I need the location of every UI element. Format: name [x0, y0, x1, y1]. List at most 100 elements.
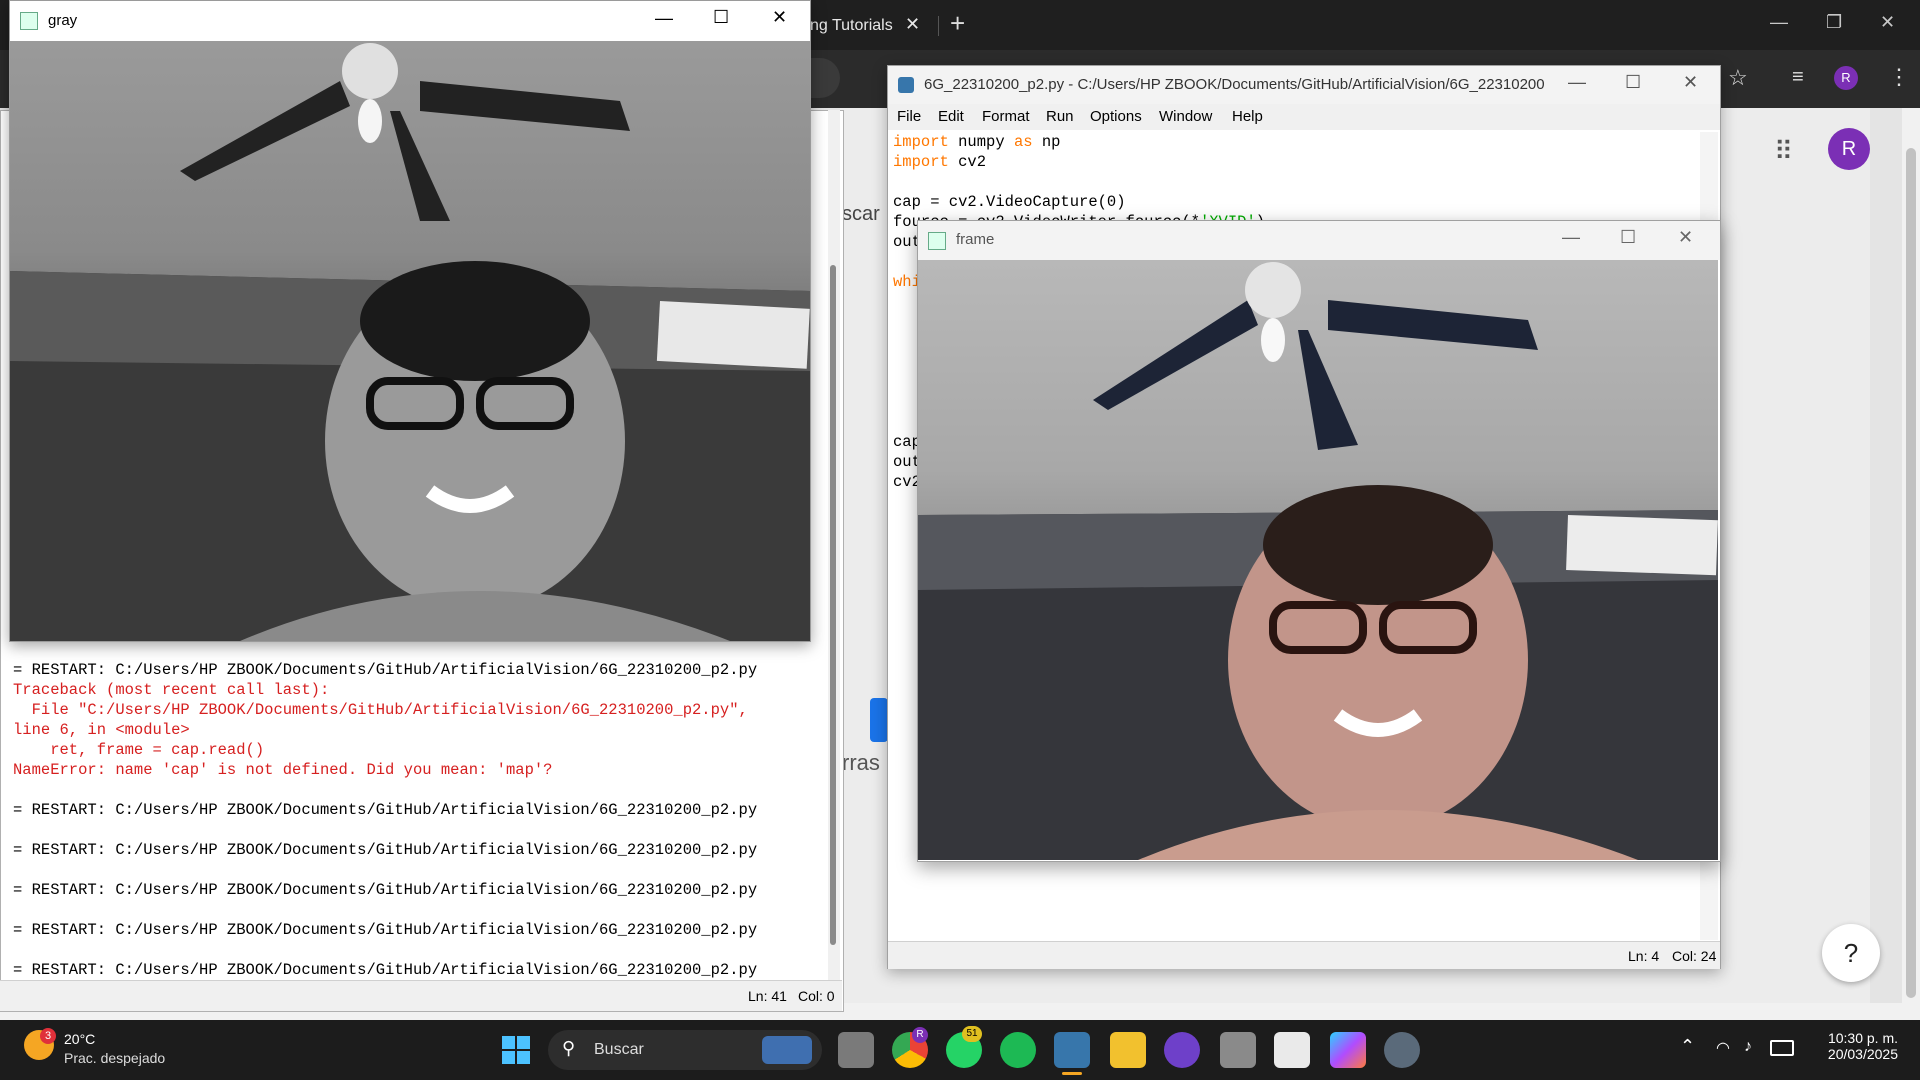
shell-error-line: ret, frame = cap.read()	[13, 741, 265, 759]
notes-app-icon[interactable]	[1274, 1032, 1310, 1068]
help-icon[interactable]: ?	[1822, 924, 1880, 982]
chrome-profile-badge: R	[912, 1027, 928, 1043]
menu-options[interactable]: Options	[1090, 108, 1142, 125]
shell-restart-line: = RESTART: C:/Users/HP ZBOOK/Documents/G…	[13, 841, 758, 859]
shell-output: = RESTART: C:/Users/HP ZBOOK/Documents/G…	[13, 660, 833, 979]
clock-time: 10:30 p. m.	[1827, 1030, 1898, 1046]
wifi-icon[interactable]: ◠	[1716, 1038, 1730, 1058]
search-highlight-icon	[762, 1036, 812, 1064]
shell-status-col: Col: 0	[798, 988, 835, 1004]
profile-avatar[interactable]: R	[1834, 66, 1858, 90]
start-button[interactable]	[502, 1036, 530, 1064]
weather-badge: 3	[40, 1028, 56, 1044]
page-button-fragment[interactable]	[870, 698, 888, 742]
gray-camera-feed	[10, 41, 810, 641]
shell-restart-line: = RESTART: C:/Users/HP ZBOOK/Documents/G…	[13, 881, 758, 899]
frame-maximize-icon[interactable]: ☐	[1620, 227, 1636, 248]
shell-restart-line: = RESTART: C:/Users/HP ZBOOK/Documents/G…	[13, 921, 758, 939]
gray-window-title: gray	[48, 12, 78, 29]
menu-window[interactable]: Window	[1159, 108, 1212, 125]
menu-format[interactable]: Format	[982, 108, 1030, 125]
browser-restore-icon[interactable]: ❐	[1826, 12, 1842, 33]
tray-overflow-chevron-icon[interactable]: ⌃	[1680, 1036, 1695, 1057]
browser-menu-icon[interactable]: ⋮	[1888, 64, 1910, 90]
virtualbox-icon[interactable]	[1220, 1032, 1256, 1068]
copilot-icon[interactable]	[1330, 1032, 1366, 1068]
gray-titlebar[interactable]: gray — ☐ ✕	[10, 1, 810, 41]
editor-close-icon[interactable]: ✕	[1683, 72, 1698, 93]
editor-menubar: File Edit Format Run Options Window Help	[888, 104, 1720, 130]
python-file-icon	[898, 77, 914, 93]
tab-divider	[938, 16, 939, 36]
editor-window-title: 6G_22310200_p2.py - C:/Users/HP ZBOOK/Do…	[924, 76, 1544, 93]
gray-minimize-icon[interactable]: —	[655, 8, 673, 29]
gray-maximize-icon[interactable]: ☐	[713, 7, 729, 28]
code-line: import numpy as np	[893, 133, 1061, 151]
search-icon: ⚲	[562, 1038, 576, 1058]
shell-restart-line: = RESTART: C:/Users/HP ZBOOK/Documents/G…	[13, 801, 758, 819]
bookmark-star-icon[interactable]: ☆	[1728, 65, 1748, 91]
frame-titlebar[interactable]: frame — ☐ ✕	[918, 221, 1720, 260]
whatsapp-badge: 51	[962, 1026, 982, 1042]
tab-close-icon[interactable]: ✕	[905, 14, 920, 35]
shell-restart-line: = RESTART: C:/Users/HP ZBOOK/Documents/G…	[13, 961, 758, 979]
opencv-window-icon	[20, 12, 38, 30]
frame-window-title: frame	[956, 231, 995, 248]
gray-window: gray — ☐ ✕	[9, 0, 811, 642]
search-placeholder: Buscar	[594, 1041, 644, 1058]
shell-restart-line: = RESTART: C:/Users/HP ZBOOK/Documents/G…	[13, 661, 758, 679]
menu-edit[interactable]: Edit	[938, 108, 964, 125]
shell-error-line: File "C:/Users/HP ZBOOK/Documents/GitHub…	[13, 701, 748, 719]
apps-grid-icon[interactable]: ⠿	[1774, 136, 1793, 167]
weather-desc[interactable]: Prac. despejado	[64, 1050, 165, 1066]
tray-clock[interactable]: 10:30 p. m. 20/03/2025	[1792, 1030, 1898, 1062]
gray-frame-illustration	[10, 43, 810, 641]
volume-icon[interactable]: ♪	[1744, 1038, 1752, 1056]
editor-maximize-icon[interactable]: ☐	[1625, 72, 1641, 93]
code-line: cap = cv2.VideoCapture(0)	[893, 193, 1126, 211]
menu-help[interactable]: Help	[1232, 108, 1263, 125]
media-queue-icon[interactable]: ≡	[1792, 66, 1804, 89]
page-scrollbar-thumb[interactable]	[1906, 148, 1916, 998]
editor-titlebar[interactable]: 6G_22310200_p2.py - C:/Users/HP ZBOOK/Do…	[888, 66, 1720, 104]
editor-minimize-icon[interactable]: —	[1568, 72, 1586, 93]
shell-error-line: Traceback (most recent call last):	[13, 681, 330, 699]
menu-run[interactable]: Run	[1046, 108, 1074, 125]
color-frame-illustration	[918, 262, 1718, 860]
task-view-icon[interactable]	[838, 1032, 874, 1068]
code-line: import cv2	[893, 153, 987, 171]
github-desktop-icon[interactable]	[1164, 1032, 1200, 1068]
shell-error-line: NameError: name 'cap' is not defined. Di…	[13, 761, 553, 779]
frame-window: frame — ☐ ✕	[917, 220, 1721, 862]
file-explorer-icon[interactable]	[1110, 1032, 1146, 1068]
page-text-fragment: scar	[842, 203, 880, 225]
tab-title: ng Tutorials	[810, 17, 893, 34]
opencv-window-icon	[928, 232, 946, 250]
frame-close-icon[interactable]: ✕	[1678, 227, 1693, 248]
taskbar-search[interactable]: ⚲ Buscar	[548, 1030, 822, 1070]
windows-logo-icon	[502, 1036, 530, 1064]
browser-close-icon[interactable]: ✕	[1880, 12, 1895, 33]
new-tab-icon[interactable]: +	[950, 8, 965, 39]
gray-close-icon[interactable]: ✕	[772, 7, 787, 28]
python-idle-icon[interactable]	[1054, 1032, 1090, 1068]
editor-status-col: Col: 24	[1672, 948, 1717, 964]
clock-date: 20/03/2025	[1827, 1046, 1898, 1062]
shell-error-line: line 6, in <module>	[13, 721, 190, 739]
spotify-icon[interactable]	[1000, 1032, 1036, 1068]
google-account-avatar[interactable]: R	[1828, 128, 1870, 170]
menu-file[interactable]: File	[897, 108, 921, 125]
frame-minimize-icon[interactable]: —	[1562, 227, 1580, 248]
browser-tab[interactable]: ng Tutorials ✕	[790, 8, 940, 50]
active-app-indicator	[1062, 1072, 1082, 1075]
settings-gear-icon[interactable]	[1384, 1032, 1420, 1068]
browser-minimize-icon[interactable]: —	[1770, 12, 1788, 33]
editor-status-line: Ln: 4	[1628, 948, 1660, 964]
editor-status-bar: Ln: 4 Col: 24	[888, 941, 1720, 969]
battery-icon[interactable]	[1770, 1040, 1794, 1056]
page-text-fragment: rras	[842, 750, 880, 775]
color-camera-feed	[918, 260, 1718, 860]
shell-status-line: Ln: 41	[748, 988, 787, 1004]
shell-status-bar: Ln: 41 Col: 0	[0, 980, 842, 1011]
weather-temp[interactable]: 20°C	[64, 1031, 95, 1047]
